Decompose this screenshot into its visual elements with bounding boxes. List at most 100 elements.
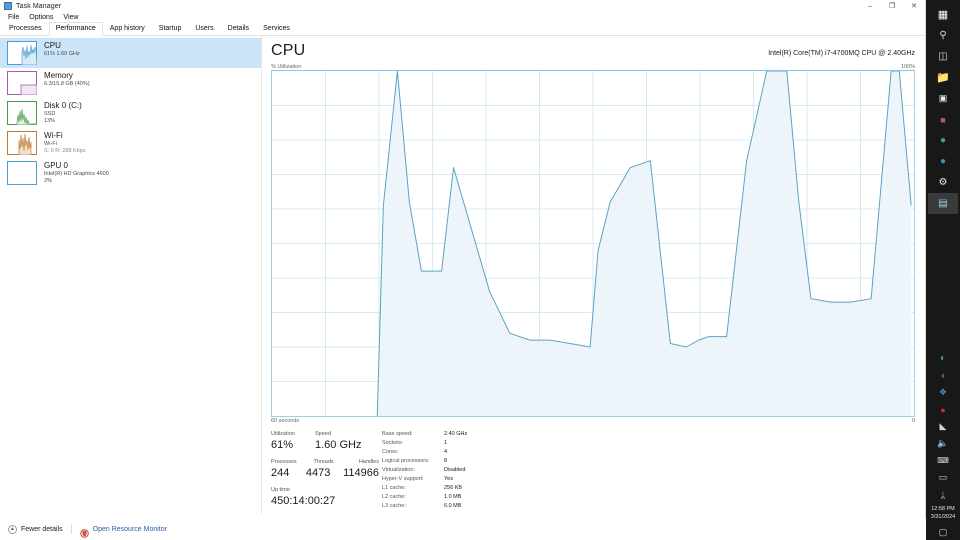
label-up-time: Up time: [271, 487, 290, 493]
start-icon[interactable]: ▦: [928, 4, 958, 25]
browser-icon[interactable]: ●: [928, 130, 958, 151]
sidebar-gpu-title: GPU 0: [44, 161, 69, 170]
antivirus-icon[interactable]: ●: [928, 401, 958, 418]
sidebar-memory-text: Memory 6.3/15.8 GB (40%): [44, 71, 90, 88]
spec-key-base-speed: Base speed:: [382, 431, 413, 437]
settings-icon[interactable]: ⚙: [928, 172, 958, 193]
wifi-thumbnail-icon: [7, 131, 37, 155]
sidebar-item-cpu[interactable]: CPU 61% 1.60 GHz: [0, 38, 261, 68]
spec-logical-processors: Logical processors: 8: [382, 457, 467, 466]
chevron-up-icon: ▲: [8, 524, 17, 534]
battery-icon[interactable]: ▭: [928, 469, 958, 486]
tab-users[interactable]: Users: [188, 22, 220, 36]
tab-processes[interactable]: Processes: [2, 22, 49, 36]
sidebar-gpu-sub1: Intel(R) HD Graphics 4600: [44, 171, 109, 177]
label-threads: Threads: [313, 459, 334, 465]
spec-val-l2-cache: 1.0 MB: [444, 494, 462, 500]
tab-details[interactable]: Details: [221, 22, 256, 36]
cpu-primary-stats: Utilization Speed 61% 1.60 GHz Processes: [271, 430, 379, 514]
spec-virtualization: Virtualization: Disabled: [382, 466, 467, 475]
value-threads: 4473: [305, 467, 331, 479]
clock-date: 3/31/2024: [930, 514, 956, 520]
cpu-utilization-graph[interactable]: [271, 70, 915, 417]
spec-val-hyperv-support: Yes: [444, 476, 453, 482]
graph-bottom-axis: 60 seconds 0: [271, 418, 915, 424]
onedrive-icon[interactable]: ❖: [928, 384, 958, 401]
x-axis-zero: 0: [911, 418, 915, 424]
terminal-icon[interactable]: ■: [928, 109, 958, 130]
spec-key-cores: Cores:: [382, 449, 399, 455]
value-speed: 1.60 GHz: [315, 439, 362, 451]
label-utilization: Utilization: [271, 431, 295, 437]
maximize-button[interactable]: ❐: [881, 0, 903, 12]
resource-sidebar: CPU 61% 1.60 GHz Memory 6.3/15.8 GB (40%…: [0, 36, 262, 514]
spec-key-sockets: Sockets:: [382, 440, 404, 446]
cpu-model-label: Intel(R) Core(TM) i7-4700MQ CPU @ 2.40GH…: [768, 50, 915, 57]
taskbar-task-manager-icon[interactable]: ▤: [928, 193, 958, 214]
system-tray: ◐ ‹ ❖ ● ◣ 🔈 ⌨ ▭ ᛦ 12:58 PM 3/31/2024 ▢: [926, 350, 960, 540]
stat-group-uptime: Up time 450:14:00:27: [271, 486, 379, 508]
sidebar-gpu-sub2: 2%: [44, 178, 52, 184]
taskbar-clock[interactable]: 12:58 PM 3/31/2024: [931, 503, 955, 524]
sidebar-gpu-text: GPU 0 Intel(R) HD Graphics 4600 2%: [44, 161, 109, 185]
sidebar-cpu-sub: 61% 1.60 GHz: [44, 51, 80, 57]
cpu-thumbnail-icon: [7, 41, 37, 65]
label-processes: Processes: [271, 459, 297, 465]
spec-base-speed: Base speed: 2.40 GHz: [382, 430, 467, 439]
fewer-details-button[interactable]: ▲ Fewer details: [8, 524, 63, 534]
tab-performance[interactable]: Performance: [48, 22, 103, 36]
cpu-spec-list: Base speed: 2.40 GHz Sockets: 1 Cores: 4: [382, 430, 467, 514]
spec-val-cores: 4: [444, 449, 448, 455]
file-explorer-icon[interactable]: 📁: [928, 67, 958, 88]
camera-icon[interactable]: ▣: [928, 88, 958, 109]
cpu-header: CPU Intel(R) Core(TM) i7-4700MQ CPU @ 2.…: [271, 42, 915, 60]
open-resource-monitor-button[interactable]: Open Resource Monitor: [79, 525, 167, 538]
task-view-icon[interactable]: ◫: [928, 46, 958, 67]
tab-services[interactable]: Services: [256, 22, 297, 36]
taskbar: ▦ ⚲ ◫ 📁 ▣ ■ ● ● ⚙ ▤ ◐ ‹ ❖ ● ◣ 🔈 ⌨ ▭ ᛦ 12…: [926, 0, 960, 540]
value-up-time: 450:14:00:27: [271, 495, 336, 507]
bluetooth-icon[interactable]: ᛦ: [928, 486, 958, 503]
search-icon[interactable]: ⚲: [928, 25, 958, 46]
stat-group-counts: Processes Threads Handles 244 4473 11496…: [271, 458, 379, 480]
spec-key-l2-cache: L2 cache:: [382, 494, 406, 500]
memory-thumbnail-icon: [7, 71, 37, 95]
sidebar-item-disk[interactable]: Disk 0 (C:) SSD 13%: [0, 98, 261, 128]
gpu-thumbnail-icon: [7, 161, 37, 185]
volume-icon[interactable]: 🔈: [928, 435, 958, 452]
shield-icon: [79, 525, 89, 538]
task-manager-icon: [4, 2, 12, 10]
tab-bar: Processes Performance App history Startu…: [0, 22, 925, 36]
show-hidden-icons-chevron[interactable]: ‹: [928, 367, 958, 384]
title-bar: Task Manager – ❐ ✕: [0, 0, 925, 12]
network-icon[interactable]: ◣: [928, 418, 958, 435]
keyboard-icon[interactable]: ⌨: [928, 452, 958, 469]
security-alert-icon[interactable]: ◐: [928, 350, 958, 367]
spec-l3-cache: L3 cache: 6.0 MB: [382, 502, 467, 511]
fewer-details-label: Fewer details: [21, 525, 63, 533]
action-center-icon[interactable]: ▢: [926, 524, 960, 540]
footer-divider: [70, 524, 72, 534]
sidebar-disk-sub2: 13%: [44, 118, 56, 124]
sidebar-item-gpu[interactable]: GPU 0 Intel(R) HD Graphics 4600 2%: [0, 158, 261, 188]
spec-hyperv-support: Hyper-V support: Yes: [382, 475, 467, 484]
value-processes: 244: [271, 467, 290, 479]
spec-val-sockets: 1: [444, 440, 448, 446]
sidebar-item-memory[interactable]: Memory 6.3/15.8 GB (40%): [0, 68, 261, 98]
spec-sockets: Sockets: 1: [382, 439, 467, 448]
close-button[interactable]: ✕: [903, 0, 925, 12]
window-footer: ▲ Fewer details Open Resource Monitor: [0, 518, 926, 540]
label-speed: Speed: [315, 431, 331, 437]
spec-key-l1-cache: L1 cache:: [382, 485, 406, 491]
tab-startup[interactable]: Startup: [152, 22, 189, 36]
store-icon[interactable]: ●: [928, 151, 958, 172]
tab-app-history[interactable]: App history: [103, 22, 152, 36]
spec-key-hyperv-support: Hyper-V support:: [382, 476, 424, 482]
sidebar-cpu-title: CPU: [44, 41, 61, 50]
minimize-button[interactable]: –: [859, 0, 881, 12]
sidebar-memory-title: Memory: [44, 71, 73, 80]
disk-thumbnail-icon: [7, 101, 37, 125]
spec-val-l3-cache: 6.0 MB: [444, 503, 462, 509]
sidebar-item-wifi[interactable]: Wi-Fi Wi-Fi S: 0 R: 288 Kbps: [0, 128, 261, 158]
value-utilization: 61%: [271, 439, 294, 451]
